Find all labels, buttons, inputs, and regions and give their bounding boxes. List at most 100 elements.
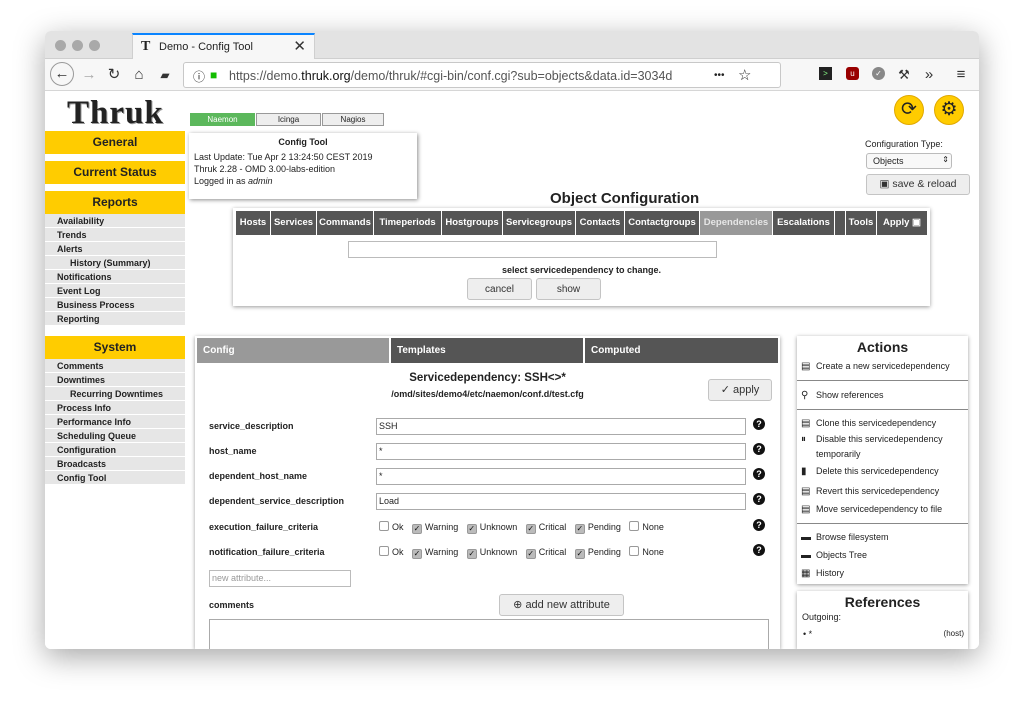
sidebar-item-downtimes[interactable]: Downtimes (45, 373, 185, 387)
tab-blank[interactable] (835, 211, 845, 235)
delete-action[interactable]: ▮ Delete this servicedependency (801, 464, 961, 479)
service-description-field[interactable]: SSH (376, 418, 746, 435)
backend-nagios[interactable]: Nagios (322, 113, 384, 126)
checkbox-none[interactable]: None (629, 546, 664, 557)
dependent-service-description-field[interactable]: Load (376, 493, 746, 510)
check-extension-icon[interactable]: ✓ (872, 67, 885, 80)
clone-action[interactable]: ▤ Clone this servicedependency (801, 416, 961, 431)
reload-icon[interactable]: ↻ (106, 64, 122, 86)
tab-contactgroups[interactable]: Contactgroups (625, 211, 699, 235)
thruk-logo[interactable]: Thruk (67, 95, 164, 132)
sidebar-item-configuration[interactable]: Configuration (45, 443, 185, 457)
home-icon[interactable]: ⌂ (131, 64, 147, 86)
tab-hostgroups[interactable]: Hostgroups (442, 211, 502, 235)
ublock-icon[interactable]: u (846, 67, 859, 80)
create-action[interactable]: ▤ Create a new servicedependency (801, 359, 961, 374)
checkbox-pending[interactable]: ✓ Pending (574, 522, 621, 534)
tab-apply[interactable]: Apply ▣ (877, 211, 927, 235)
settings-gear-icon[interactable]: ⚙ (934, 95, 964, 125)
sidebar-item-performance-info[interactable]: Performance Info (45, 415, 185, 429)
help-icon[interactable]: ? (753, 544, 765, 556)
host-name-field[interactable]: * (376, 443, 746, 460)
sidebar-item-trends[interactable]: Trends (45, 228, 185, 242)
close-window-button[interactable] (55, 40, 66, 51)
url-bar[interactable]: ⓘ ■ https://demo.thruk.org/demo/thruk/#c… (183, 62, 781, 88)
browser-tab[interactable]: T Demo - Config Tool ✕ (132, 33, 315, 60)
checkbox-critical[interactable]: ✓ Critical (525, 547, 566, 559)
sidebar-item-event-log[interactable]: Event Log (45, 284, 185, 298)
tab-dependencies[interactable]: Dependencies (700, 211, 772, 235)
tab-services[interactable]: Services (271, 211, 316, 235)
tab-hosts[interactable]: Hosts (236, 211, 270, 235)
checkbox-ok[interactable]: Ok (379, 521, 404, 532)
tab-tools[interactable]: Tools (846, 211, 876, 235)
sidebar-item-broadcasts[interactable]: Broadcasts (45, 457, 185, 471)
tab-escalations[interactable]: Escalations (773, 211, 834, 235)
sidebar-general[interactable]: General (45, 131, 185, 154)
help-icon[interactable]: ? (753, 443, 765, 455)
sidebar-item-comments[interactable]: Comments (45, 359, 185, 373)
sidebar-item-recurring-downtimes[interactable]: Recurring Downtimes (45, 387, 185, 401)
sidebar-current-status[interactable]: Current Status (45, 161, 185, 184)
maximize-window-button[interactable] (89, 40, 100, 51)
new-attribute-input[interactable]: new attribute... (209, 570, 351, 587)
history-action[interactable]: ▦ History (801, 566, 961, 581)
show-button[interactable]: show (536, 278, 601, 300)
checkbox-ok[interactable]: Ok (379, 546, 404, 557)
browse-action[interactable]: ▬ Browse filesystem (801, 530, 961, 545)
minimize-window-button[interactable] (72, 40, 83, 51)
comments-textarea[interactable] (209, 619, 769, 649)
sidebar-item-config-tool[interactable]: Config Tool (45, 471, 185, 485)
tab-timeperiods[interactable]: Timeperiods (374, 211, 441, 235)
checkbox-unknown[interactable]: ✓ Unknown (466, 547, 517, 559)
cancel-button[interactable]: cancel (467, 278, 532, 300)
checkbox-warning[interactable]: ✓ Warning (412, 547, 458, 559)
hamburger-menu-icon[interactable]: ≡ (953, 64, 969, 86)
sidebar-item-process-info[interactable]: Process Info (45, 401, 185, 415)
checkbox-warning[interactable]: ✓ Warning (412, 522, 458, 534)
forward-icon[interactable]: → (81, 64, 97, 86)
save-reload-button[interactable]: ▣ save & reload (866, 174, 970, 195)
tab-servicegroups[interactable]: Servicegroups (503, 211, 575, 235)
wrench-icon[interactable]: ⚒ (896, 64, 912, 86)
bookmark-star-icon[interactable]: ☆ (738, 66, 751, 84)
add-attribute-button[interactable]: ⊕ add new attribute (499, 594, 624, 616)
disable-action[interactable]: ⏸ Disable this servicedependency (801, 432, 961, 447)
help-icon[interactable]: ? (753, 493, 765, 505)
sidebar-item-scheduling-queue[interactable]: Scheduling Queue (45, 429, 185, 443)
refresh-icon[interactable]: ⟳ (894, 95, 924, 125)
reference-item[interactable]: • * (803, 629, 812, 639)
sidebar-item-alerts[interactable]: Alerts (45, 242, 185, 256)
sidebar-item-reporting[interactable]: Reporting (45, 312, 185, 326)
sidebar-item-availability[interactable]: Availability (45, 214, 185, 228)
help-icon[interactable]: ? (753, 418, 765, 430)
checkbox-unknown[interactable]: ✓ Unknown (466, 522, 517, 534)
sidebar-system[interactable]: System (45, 336, 185, 359)
info-icon[interactable]: ⓘ (193, 68, 205, 85)
config-type-select[interactable]: ⇕ Objects (866, 153, 952, 169)
tab-computed[interactable]: Computed (585, 338, 778, 363)
backend-icinga[interactable]: Icinga (256, 113, 321, 126)
help-icon[interactable]: ? (753, 468, 765, 480)
tab-config[interactable]: Config (197, 338, 389, 363)
checkbox-pending[interactable]: ✓ Pending (574, 547, 621, 559)
help-icon[interactable]: ? (753, 519, 765, 531)
dependent-host-name-field[interactable]: * (376, 468, 746, 485)
show-references-action[interactable]: ⚲ Show references (801, 388, 961, 403)
servicedependency-input[interactable] (348, 241, 717, 258)
revert-action[interactable]: ▤ Revert this servicedependency (801, 484, 961, 499)
sidebar-item-business-process[interactable]: Business Process (45, 298, 185, 312)
sidebar-reports[interactable]: Reports (45, 191, 185, 214)
tree-action[interactable]: ▬ Objects Tree (801, 548, 961, 563)
overflow-icon[interactable]: » (921, 64, 937, 86)
sidebar-item-notifications[interactable]: Notifications (45, 270, 185, 284)
back-icon[interactable]: ← (50, 62, 74, 86)
extension-icon[interactable]: ▰ (157, 64, 173, 86)
apply-button[interactable]: ✓ apply (708, 379, 772, 401)
checkbox-critical[interactable]: ✓ Critical (525, 522, 566, 534)
tab-contacts[interactable]: Contacts (576, 211, 624, 235)
tab-templates[interactable]: Templates (391, 338, 583, 363)
page-actions-icon[interactable]: ••• (714, 70, 725, 81)
tab-commands[interactable]: Commands (317, 211, 373, 235)
backend-naemon[interactable]: Naemon (190, 113, 255, 126)
